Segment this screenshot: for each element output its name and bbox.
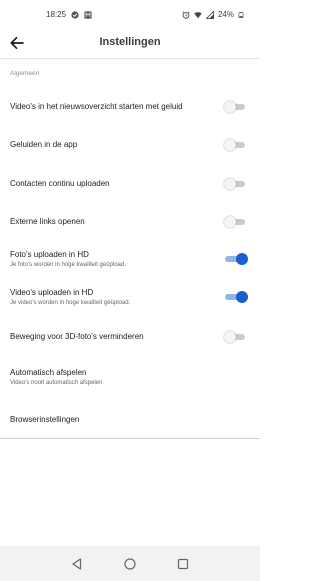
setting-row-external-links[interactable]: Externe links openen [0, 211, 260, 233]
app-sounds-toggle[interactable] [224, 139, 248, 151]
alarm-icon [182, 10, 190, 19]
external-links-toggle[interactable] [224, 216, 248, 228]
toggle-thumb [224, 331, 236, 343]
toggle-thumb [236, 291, 248, 303]
check-circle-icon [71, 10, 79, 19]
toggle-thumb [224, 216, 236, 228]
toggle-thumb [224, 139, 236, 151]
setting-label: Externe links openen [10, 217, 85, 226]
toggle-thumb [236, 253, 248, 265]
contacts-upload-toggle[interactable] [224, 178, 248, 190]
page-title: Instellingen [99, 36, 161, 48]
video-sound-toggle[interactable] [224, 101, 248, 113]
setting-row-video-sound[interactable]: Video's in het nieuwsoverzicht starten m… [0, 96, 260, 118]
setting-row-browser-settings[interactable]: Browserinstellingen [0, 409, 260, 431]
setting-label: Contacten continu uploaden [10, 179, 110, 188]
setting-label: Video's in het nieuwsoverzicht starten m… [10, 102, 183, 111]
app-notification-icon [84, 10, 92, 19]
videos-hd-toggle[interactable] [224, 291, 248, 303]
signal-icon [205, 10, 214, 19]
setting-row-autoplay[interactable]: Automatisch afspelen Video's nooit autom… [0, 364, 260, 392]
app-bar: Instellingen [0, 30, 260, 58]
setting-row-app-sounds[interactable]: Geluiden in de app [0, 134, 260, 156]
setting-row-contacts-upload[interactable]: Contacten continu uploaden [0, 173, 260, 195]
setting-label: Geluiden in de app [10, 140, 78, 149]
toggle-thumb [224, 101, 236, 113]
setting-description: Je foto's worden in hoge kwaliteit geüpl… [10, 262, 126, 268]
battery-icon [238, 11, 244, 18]
header-divider [0, 58, 260, 59]
home-circle-icon[interactable] [123, 557, 137, 571]
setting-description: Video's nooit automatisch afspelen [10, 380, 103, 386]
status-right: 24% [182, 10, 244, 19]
setting-label: Browserinstellingen [10, 415, 80, 424]
toggle-thumb [224, 178, 236, 190]
status-bar: 18:25 24% [0, 0, 260, 30]
setting-row-3d-motion[interactable]: Beweging voor 3D-foto's verminderen [0, 326, 260, 348]
wifi-icon [194, 11, 202, 18]
system-nav-bar [0, 546, 260, 581]
setting-description: Je video's worden in hoge kwaliteit geüp… [10, 300, 131, 306]
setting-row-photos-hd[interactable]: Foto's uploaden in HD Je foto's worden i… [0, 246, 260, 274]
status-left: 18:25 [46, 10, 92, 19]
recents-square-icon[interactable] [176, 557, 190, 571]
setting-label: Automatisch afspelen [10, 368, 87, 377]
setting-label: Foto's uploaden in HD [10, 250, 89, 259]
battery-percentage: 24% [217, 10, 234, 19]
setting-label: Beweging voor 3D-foto's verminderen [10, 332, 144, 341]
status-time: 18:25 [46, 10, 67, 19]
setting-row-videos-hd[interactable]: Video's uploaden in HD Je video's worden… [0, 284, 260, 312]
list-end-divider [0, 438, 260, 439]
photos-hd-toggle[interactable] [224, 253, 248, 265]
section-header: Algemeen [10, 70, 40, 77]
setting-label: Video's uploaden in HD [10, 288, 94, 297]
back-triangle-icon[interactable] [70, 557, 84, 571]
3d-motion-toggle[interactable] [224, 331, 248, 343]
